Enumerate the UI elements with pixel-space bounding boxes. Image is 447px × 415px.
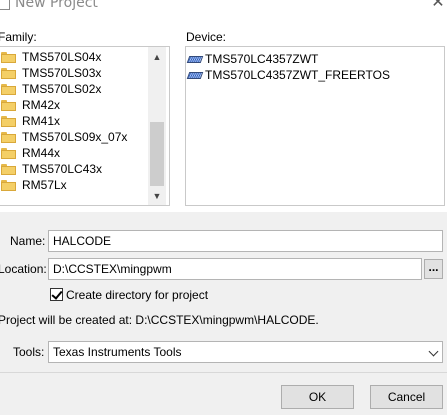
tools-dropdown-value: Texas Instruments Tools	[53, 345, 182, 359]
name-input-value: HALCODE	[53, 234, 112, 248]
family-list-item[interactable]: TMS570LC43x	[0, 161, 148, 177]
folder-icon	[1, 180, 16, 191]
family-item-label: TMS570LS03x	[22, 66, 102, 80]
family-scrollbar[interactable]: ▲ ▼	[148, 47, 166, 205]
family-label: Family:	[0, 30, 37, 44]
close-icon[interactable]: ✕	[429, 0, 447, 12]
device-label: Device:	[186, 30, 227, 44]
location-label: Location:	[0, 262, 47, 276]
create-directory-label: Create directory for project	[66, 288, 209, 302]
family-list-item[interactable]: TMS570LS04x	[0, 49, 148, 65]
folder-icon	[1, 52, 16, 63]
family-item-label: TMS570LS02x	[22, 82, 102, 96]
family-item-label: RM41x	[22, 114, 61, 128]
cancel-button[interactable]: Cancel	[370, 385, 443, 409]
chip-icon	[186, 56, 204, 63]
app-icon	[0, 0, 10, 10]
scroll-up-icon[interactable]: ▲	[148, 49, 166, 65]
family-item-label: TMS570LC43x	[22, 162, 103, 176]
chip-icon	[186, 72, 204, 79]
family-list-item[interactable]: TMS570LS09x_07x	[0, 129, 148, 145]
project-path-text: Project will be created at: D:\CCSTEX\mi…	[0, 313, 319, 327]
family-list[interactable]: TMS570LS04x TMS570LS03x TMS570LS02x RM42x RM…	[0, 46, 170, 206]
family-item-label: TMS570LS04x	[22, 50, 102, 64]
title-bar: New Project ✕	[0, 0, 447, 14]
folder-icon	[1, 84, 16, 95]
ok-button[interactable]: OK	[281, 385, 354, 409]
family-item-label: RM57Lx	[22, 178, 67, 192]
chevron-down-icon[interactable]	[428, 345, 440, 359]
family-item-label: RM44x	[22, 146, 61, 160]
divider	[0, 372, 447, 373]
scroll-thumb[interactable]	[150, 122, 164, 186]
device-item-label: TMS570LC4357ZWT_FREERTOS	[205, 68, 390, 82]
create-directory-checkbox[interactable]	[50, 288, 63, 301]
device-list-item[interactable]: TMS570LC4357ZWT_FREERTOS	[186, 67, 436, 83]
location-input[interactable]: D:\CCSTEX\mingpwm	[48, 258, 422, 280]
folder-icon	[1, 116, 16, 127]
folder-icon	[1, 148, 16, 159]
name-label: Name:	[10, 234, 46, 248]
device-list[interactable]: TMS570LC4357ZWT TMS570LC4357ZWT_FREERTOS	[185, 46, 445, 206]
location-input-value: D:\CCSTEX\mingpwm	[53, 262, 172, 276]
folder-icon	[1, 68, 16, 79]
folder-icon	[1, 164, 16, 175]
window-title: New Project	[15, 0, 98, 11]
tools-label: Tools:	[13, 345, 45, 359]
family-list-item[interactable]: RM41x	[0, 113, 148, 129]
name-input[interactable]: HALCODE	[48, 230, 443, 252]
scroll-down-icon[interactable]: ▼	[148, 188, 166, 204]
family-item-label: RM42x	[22, 98, 61, 112]
device-list-item[interactable]: TMS570LC4357ZWT	[186, 51, 436, 67]
browse-button[interactable]: ...	[424, 259, 443, 279]
folder-icon	[1, 132, 16, 143]
family-list-item[interactable]: TMS570LS02x	[0, 81, 148, 97]
family-list-item[interactable]: RM44x	[0, 145, 148, 161]
family-list-item[interactable]: RM42x	[0, 97, 148, 113]
family-item-label: TMS570LS09x_07x	[22, 130, 128, 144]
family-list-item[interactable]: TMS570LS03x	[0, 65, 148, 81]
family-list-item[interactable]: RM57Lx	[0, 177, 148, 193]
device-item-label: TMS570LC4357ZWT	[205, 52, 319, 66]
tools-dropdown[interactable]: Texas Instruments Tools	[48, 341, 443, 363]
folder-icon	[1, 100, 16, 111]
